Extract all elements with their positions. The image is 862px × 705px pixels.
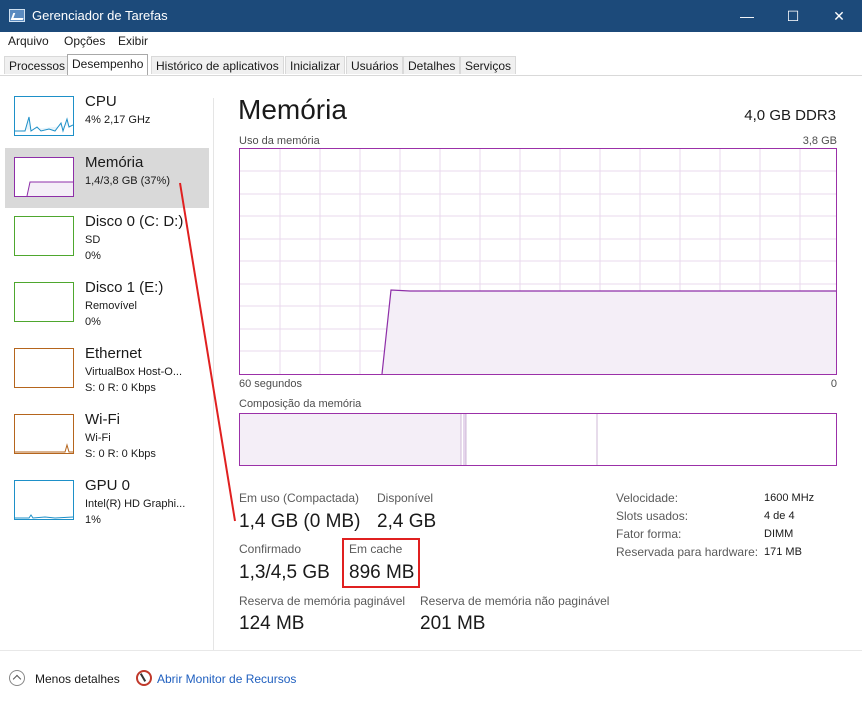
performance-sidebar: CPU 4% 2,17 GHz Memória 1,4/3,8 GB (37%)… — [0, 77, 212, 647]
sidebar-item-detail: 4% 2,17 GHz — [85, 114, 151, 126]
paged-pool-label: Reserva de memória paginável — [239, 594, 406, 608]
less-details-link[interactable]: Menos detalhes — [35, 672, 120, 686]
resource-monitor-icon[interactable] — [136, 670, 152, 686]
tab-servicos[interactable]: Serviços — [460, 56, 517, 74]
sidebar-item-disco1[interactable]: Disco 1 (E:) Removível 0% — [5, 273, 209, 333]
time-axis-label: 60 segundos — [239, 378, 302, 390]
sidebar-item-title: Disco 1 (E:) — [85, 279, 164, 296]
tab-inicializar[interactable]: Inicializar — [285, 56, 346, 74]
sidebar-item-title: Wi-Fi — [85, 411, 120, 428]
window-title: Gerenciador de Tarefas — [32, 8, 168, 23]
sidebar-item-cpu[interactable]: CPU 4% 2,17 GHz — [5, 87, 209, 147]
sidebar-item-gpu[interactable]: GPU 0 Intel(R) HD Graphi... 1% — [5, 471, 209, 531]
sidebar-item-title: Disco 0 (C: D:) — [85, 213, 184, 230]
usage-graph-label: Uso da memória — [239, 135, 320, 147]
sidebar-item-usage: 1% — [85, 514, 101, 526]
available-value: 2,4 GB — [377, 511, 437, 532]
tab-historico[interactable]: Histórico de aplicativos — [151, 56, 284, 74]
wifi-thumbnail-graph — [14, 414, 74, 454]
close-button[interactable]: ✕ — [816, 0, 862, 32]
sidebar-item-title: GPU 0 — [85, 477, 131, 494]
menu-bar: Arquivo Opções Exibir — [0, 32, 862, 52]
sidebar-item-ethernet[interactable]: Ethernet VirtualBox Host-O... S: 0 R: 0 … — [5, 339, 209, 399]
sidebar-item-throughput: S: 0 R: 0 Kbps — [85, 382, 156, 394]
sidebar-item-throughput: S: 0 R: 0 Kbps — [85, 448, 156, 460]
memory-composition-bar — [239, 413, 837, 466]
sidebar-item-detail: 1,4/3,8 GB (37%) — [85, 175, 170, 187]
sidebar-item-detail: VirtualBox Host-O... — [85, 366, 182, 378]
tab-desempenho[interactable]: Desempenho — [67, 54, 149, 75]
tab-bar: Processos Desempenho Histórico de aplica… — [0, 53, 862, 76]
speed-value: 1600 MHz — [764, 492, 815, 504]
sidebar-divider — [213, 98, 214, 650]
memory-usage-area — [382, 290, 836, 374]
menu-exibir[interactable]: Exibir — [118, 34, 148, 48]
tab-processos[interactable]: Processos — [4, 56, 71, 74]
memory-spec: 4,0 GB DDR3 — [744, 107, 836, 124]
in-use-label: Em uso (Compactada) — [239, 491, 360, 505]
sidebar-item-detail: SD — [85, 234, 101, 246]
cached-highlight-box — [342, 538, 420, 588]
sidebar-item-detail: Wi-Fi — [85, 432, 111, 444]
speed-label: Velocidade: — [616, 491, 679, 505]
ethernet-thumbnail-graph — [14, 348, 74, 388]
nonpaged-pool-label: Reserva de memória não paginável — [420, 594, 610, 608]
cpu-thumbnail-graph — [14, 96, 74, 136]
sidebar-item-wifi[interactable]: Wi-Fi Wi-Fi S: 0 R: 0 Kbps — [5, 405, 209, 465]
committed-label: Confirmado — [239, 542, 302, 556]
tab-detalhes[interactable]: Detalhes — [403, 56, 461, 74]
memory-usage-graph — [239, 148, 837, 375]
hardware-reserved-label: Reservada para hardware: — [616, 545, 759, 559]
committed-value: 1,3/4,5 GB — [239, 562, 330, 583]
chevron-up-circle-icon[interactable] — [9, 670, 25, 686]
disk0-thumbnail-graph — [14, 216, 74, 256]
sidebar-item-title: Memória — [85, 154, 144, 171]
sidebar-item-detail: Intel(R) HD Graphi... — [85, 498, 186, 510]
maximize-button[interactable]: ☐ — [770, 0, 816, 32]
title-bar: Gerenciador de Tarefas — ☐ ✕ — [0, 0, 862, 32]
nonpaged-pool-value: 201 MB — [420, 613, 486, 634]
in-use-segment — [240, 414, 461, 465]
sidebar-item-detail: Removível — [85, 300, 137, 312]
sidebar-item-memoria[interactable]: Memória 1,4/3,8 GB (37%) — [5, 148, 209, 208]
hardware-reserved-value: 171 MB — [764, 546, 802, 558]
menu-arquivo[interactable]: Arquivo — [8, 34, 49, 48]
in-use-value: 1,4 GB (0 MB) — [239, 511, 361, 532]
sidebar-item-disco0[interactable]: Disco 0 (C: D:) SD 0% — [5, 207, 209, 267]
task-manager-icon — [9, 9, 25, 22]
memory-usage-svg — [240, 149, 836, 375]
footer-bar: Menos detalhes Abrir Monitor de Recursos — [0, 650, 862, 705]
minimize-button[interactable]: — — [724, 0, 770, 32]
memory-thumbnail-graph — [14, 157, 74, 197]
slots-value: 4 de 4 — [764, 510, 795, 522]
usage-graph-max: 3,8 GB — [802, 135, 837, 147]
gpu-thumbnail-graph — [14, 480, 74, 520]
menu-opcoes[interactable]: Opções — [64, 34, 105, 48]
sidebar-item-title: Ethernet — [85, 345, 142, 362]
composition-label: Composição da memória — [239, 398, 362, 410]
available-label: Disponível — [377, 491, 434, 505]
sidebar-item-title: CPU — [85, 93, 117, 110]
sidebar-item-usage: 0% — [85, 316, 101, 328]
form-factor-value: DIMM — [764, 528, 794, 540]
tab-usuarios[interactable]: Usuários — [346, 56, 404, 74]
paged-pool-value: 124 MB — [239, 613, 305, 634]
form-factor-label: Fator forma: — [616, 527, 682, 541]
sidebar-item-usage: 0% — [85, 250, 101, 262]
open-resource-monitor-link[interactable]: Abrir Monitor de Recursos — [157, 672, 296, 686]
disk1-thumbnail-graph — [14, 282, 74, 322]
time-axis-end: 0 — [830, 378, 837, 390]
page-title: Memória — [238, 94, 347, 125]
slots-label: Slots usados: — [616, 509, 689, 523]
